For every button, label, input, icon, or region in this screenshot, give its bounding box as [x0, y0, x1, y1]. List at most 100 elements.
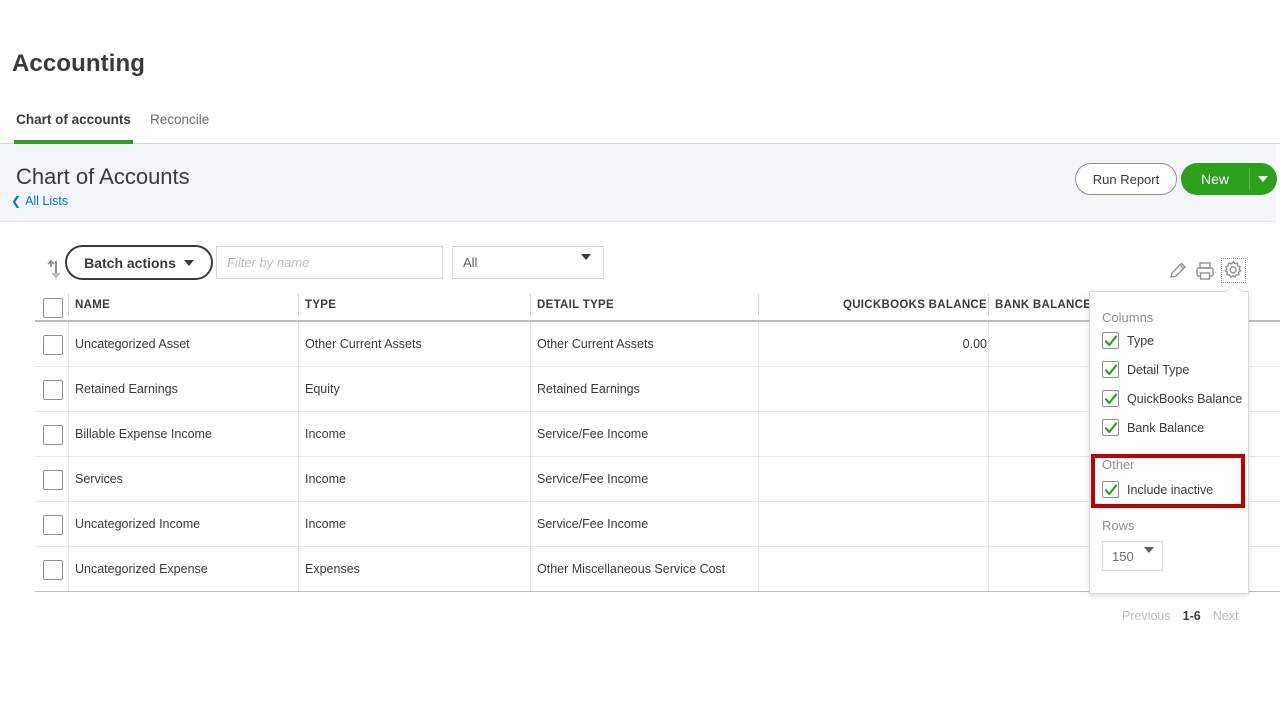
cell-divider: [758, 322, 759, 366]
cell-type: Income: [305, 427, 346, 441]
row-checkbox[interactable]: [43, 380, 63, 400]
cell-divider: [68, 547, 69, 591]
gear-icon[interactable]: [1221, 258, 1246, 283]
checkbox-checked-icon: [1102, 481, 1119, 498]
cell-divider: [530, 457, 531, 501]
chevron-down-icon: [1258, 176, 1268, 182]
cell-divider: [298, 322, 299, 366]
column-header-type[interactable]: TYPE: [305, 299, 336, 311]
column-toggle-detail-type-label: Detail Type: [1127, 363, 1189, 377]
cell-divider: [68, 367, 69, 411]
cell-divider: [530, 412, 531, 456]
column-header-bank-balance[interactable]: BANK BALANCE: [995, 299, 1091, 311]
column-divider: [530, 294, 531, 316]
new-button[interactable]: New: [1181, 163, 1277, 195]
column-toggle-bank-balance[interactable]: Bank Balance: [1102, 419, 1204, 436]
cell-divider: [298, 502, 299, 546]
printer-icon[interactable]: [1194, 260, 1216, 282]
include-inactive-toggle[interactable]: Include inactive: [1102, 481, 1213, 498]
row-checkbox[interactable]: [43, 515, 63, 535]
tab-bar: Chart of accounts Reconcile: [0, 103, 1280, 144]
row-checkbox[interactable]: [43, 470, 63, 490]
pagination-next[interactable]: Next: [1213, 609, 1239, 623]
run-report-button[interactable]: Run Report: [1075, 163, 1177, 195]
cell-name: Uncategorized Income: [75, 517, 200, 531]
row-checkbox[interactable]: [43, 425, 63, 445]
column-divider: [68, 294, 69, 316]
grid-settings-panel: Columns Type Detail Type QuickBooks Bala…: [1089, 291, 1249, 594]
chevron-down-icon: [184, 260, 194, 266]
pagination-range: 1-6: [1183, 609, 1201, 623]
checkbox-checked-icon: [1102, 419, 1119, 436]
cell-type: Expenses: [305, 562, 360, 576]
cell-divider: [298, 367, 299, 411]
list-title: Chart of Accounts: [16, 164, 190, 190]
breadcrumb-label: All Lists: [25, 194, 68, 208]
cell-divider: [758, 547, 759, 591]
cell-type: Income: [305, 472, 346, 486]
cell-type: Income: [305, 517, 346, 531]
column-toggle-quickbooks-balance[interactable]: QuickBooks Balance: [1102, 390, 1242, 407]
filter-by-name-input[interactable]: [216, 246, 443, 279]
column-toggle-quickbooks-balance-label: QuickBooks Balance: [1127, 392, 1242, 406]
account-type-filter-value: All: [463, 255, 477, 270]
column-toggle-type-label: Type: [1127, 334, 1154, 348]
column-divider: [298, 294, 299, 316]
column-header-name[interactable]: NAME: [75, 299, 110, 311]
batch-actions-button[interactable]: Batch actions: [65, 245, 213, 280]
cell-divider: [988, 412, 989, 456]
pagination-previous[interactable]: Previous: [1122, 609, 1171, 623]
column-header-quickbooks-balance[interactable]: QUICKBOOKS BALANCE: [765, 299, 987, 311]
cell-divider: [988, 322, 989, 366]
column-divider: [758, 294, 759, 316]
cell-divider: [68, 322, 69, 366]
cell-divider: [530, 367, 531, 411]
checkbox-checked-icon: [1102, 361, 1119, 378]
cell-divider: [68, 412, 69, 456]
tab-chart-of-accounts[interactable]: Chart of accounts: [14, 103, 133, 144]
row-checkbox[interactable]: [43, 560, 63, 580]
cell-divider: [68, 457, 69, 501]
rows-per-page-select[interactable]: 150: [1102, 541, 1163, 571]
column-toggle-detail-type[interactable]: Detail Type: [1102, 361, 1189, 378]
account-type-filter-select[interactable]: All: [452, 246, 604, 279]
include-inactive-label: Include inactive: [1127, 483, 1213, 497]
new-button-caret[interactable]: [1249, 163, 1277, 195]
column-header-detail-type[interactable]: DETAIL TYPE: [537, 299, 614, 311]
cell-name: Retained Earnings: [75, 382, 178, 396]
cell-divider: [530, 547, 531, 591]
cell-divider: [298, 457, 299, 501]
cell-type: Other Current Assets: [305, 337, 422, 351]
cell-divider: [758, 412, 759, 456]
cell-divider: [988, 547, 989, 591]
panel-caret-inner: [1226, 284, 1242, 292]
select-all-checkbox[interactable]: [43, 298, 63, 318]
checkbox-checked-icon: [1102, 390, 1119, 407]
cell-quickbooks-balance: 0.00: [765, 337, 987, 351]
page-title: Accounting: [12, 50, 145, 78]
tab-reconcile-label: Reconcile: [150, 112, 209, 127]
columns-section-label: Columns: [1102, 310, 1153, 325]
cell-type: Equity: [305, 382, 340, 396]
batch-actions-label: Batch actions: [84, 255, 176, 271]
cell-name: Services: [75, 472, 123, 486]
cell-divider: [758, 502, 759, 546]
cell-divider: [758, 367, 759, 411]
row-checkbox[interactable]: [43, 335, 63, 355]
cell-divider: [298, 547, 299, 591]
app-root: Accounting Chart of accounts Reconcile C…: [0, 0, 1280, 720]
sort-descending-icon[interactable]: [45, 259, 63, 283]
cell-divider: [988, 457, 989, 501]
pencil-icon[interactable]: [1167, 260, 1189, 282]
cell-divider: [988, 367, 989, 411]
cell-divider: [68, 502, 69, 546]
cell-divider: [298, 412, 299, 456]
chevron-left-icon: ❮: [11, 195, 21, 207]
cell-detail-type: Other Current Assets: [537, 337, 654, 351]
breadcrumb-all-lists[interactable]: ❮ All Lists: [11, 194, 68, 208]
cell-name: Billable Expense Income: [75, 427, 212, 441]
tab-reconcile[interactable]: Reconcile: [150, 103, 204, 144]
column-toggle-type[interactable]: Type: [1102, 332, 1154, 349]
cell-detail-type: Retained Earnings: [537, 382, 640, 396]
rows-section-label: Rows: [1102, 518, 1135, 533]
